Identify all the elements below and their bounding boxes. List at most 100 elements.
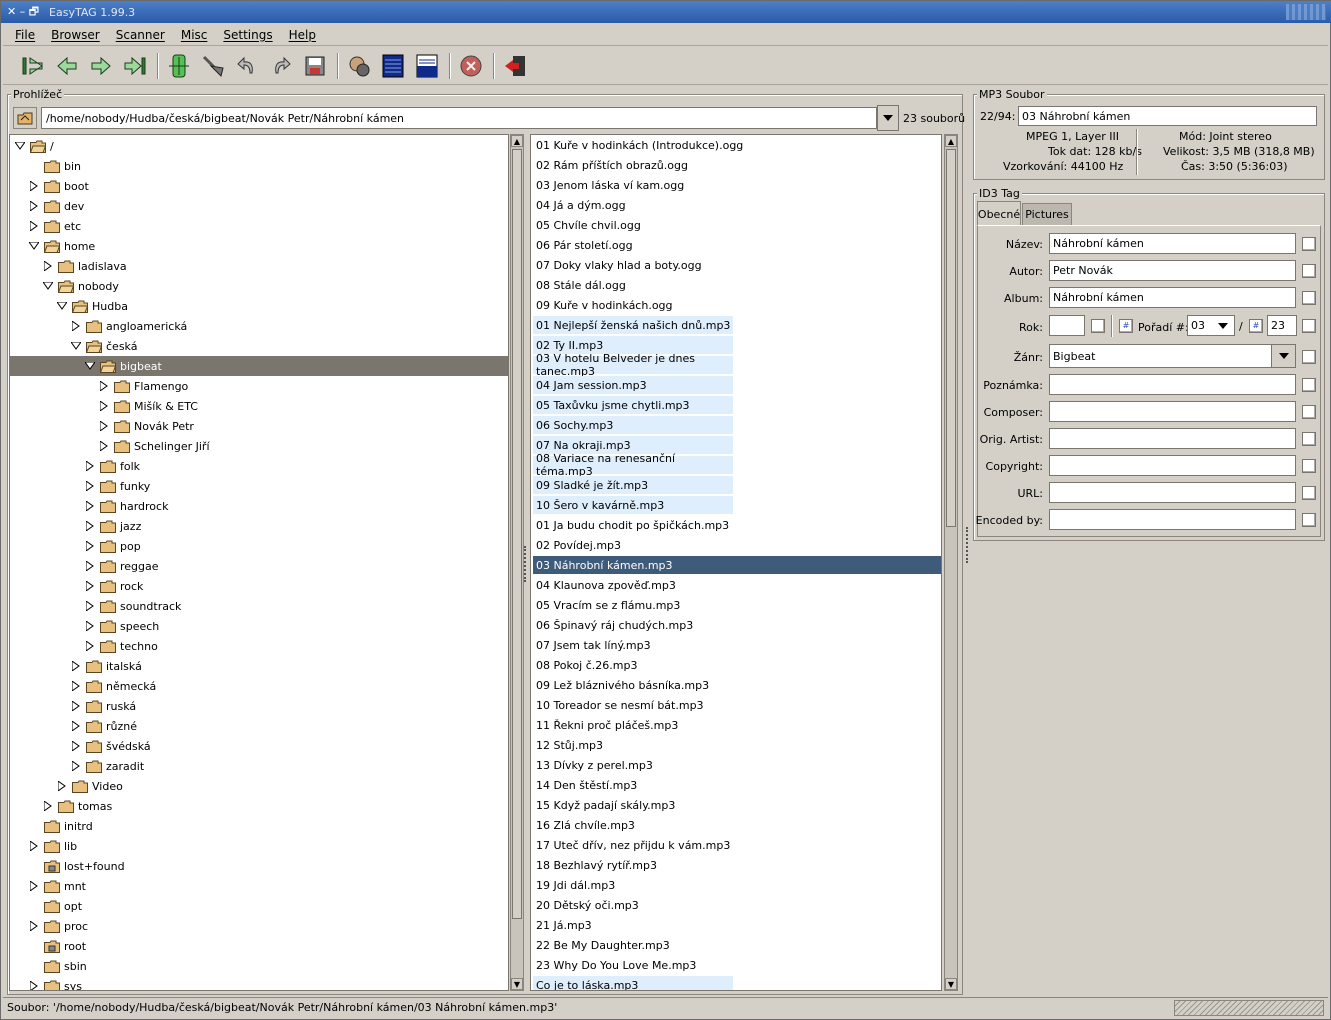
path-dropdown-button[interactable] (877, 105, 899, 131)
tree-item-pop[interactable]: pop (10, 536, 508, 556)
expander-closed-icon[interactable] (42, 800, 54, 812)
expander-closed-icon[interactable] (84, 500, 96, 512)
expander-closed-icon[interactable] (70, 700, 82, 712)
artist-input[interactable]: Petr Novák (1049, 260, 1296, 281)
tree-item-nobody[interactable]: nobody (10, 276, 508, 296)
tree-item-flamengo[interactable]: Flamengo (10, 376, 508, 396)
file-list-item[interactable]: 04 Jam session.mp3 (533, 376, 733, 394)
expander-open-icon[interactable] (28, 240, 40, 252)
file-list-item[interactable]: 03 V hotelu Belveder je dnes tanec.mp3 (533, 352, 733, 378)
expander-closed-icon[interactable] (84, 620, 96, 632)
apply-composer-button[interactable] (1302, 405, 1316, 419)
pane-splitter-right[interactable] (966, 527, 970, 563)
expander-closed-icon[interactable] (84, 520, 96, 532)
tree-item-lost-found[interactable]: lost+found (10, 856, 508, 876)
tree-item-home[interactable]: home (10, 236, 508, 256)
encoded-by-input[interactable] (1049, 509, 1296, 530)
file-list-item[interactable]: 01 Kuře v hodinkách (Introdukce).ogg (533, 136, 743, 154)
scroll-thumb[interactable] (512, 149, 522, 919)
expander-closed-icon[interactable] (84, 480, 96, 492)
tree-item-opt[interactable]: opt (10, 896, 508, 916)
tree-item-folk[interactable]: folk (10, 456, 508, 476)
tree-item--v-dsk-[interactable]: švédská (10, 736, 508, 756)
expander-closed-icon[interactable] (28, 220, 40, 232)
file-list[interactable]: 01 Kuře v hodinkách (Introdukce).ogg 02 R… (530, 134, 942, 991)
first-file-button[interactable] (17, 50, 49, 82)
expander-closed-icon[interactable] (98, 400, 110, 412)
tree-item-soundtrack[interactable]: soundtrack (10, 596, 508, 616)
filename-input[interactable]: 03 Náhrobní kámen (1018, 106, 1317, 126)
expander-closed-icon[interactable] (70, 660, 82, 672)
genre-select[interactable]: Bigbeat (1049, 344, 1296, 368)
copyright-input[interactable] (1049, 455, 1296, 476)
apply-genre-button[interactable] (1302, 350, 1316, 364)
expander-closed-icon[interactable] (70, 320, 82, 332)
tree-item-nov-k-petr[interactable]: Novák Petr (10, 416, 508, 436)
file-list-item[interactable]: 08 Pokoj č.26.mp3 (533, 656, 637, 674)
menu-help[interactable]: Help (281, 28, 324, 42)
file-list-item[interactable]: 06 Pár století.ogg (533, 236, 633, 254)
file-list-item[interactable]: 16 Zlá chvíle.mp3 (533, 816, 635, 834)
tree-item-r-zn-[interactable]: různé (10, 716, 508, 736)
expander-closed-icon[interactable] (42, 260, 54, 272)
file-list-item[interactable]: 11 Řekni proč pláčeš.mp3 (533, 716, 678, 734)
save-button[interactable] (299, 50, 331, 82)
menu-file[interactable]: File (7, 28, 43, 42)
scroll-up-icon[interactable]: ▲ (511, 135, 523, 147)
tab-general[interactable]: Obecné (977, 201, 1021, 226)
apply-artist-button[interactable] (1302, 264, 1316, 278)
file-list-item[interactable]: 09 Sladké je žít.mp3 (533, 476, 733, 494)
apply-comment-button[interactable] (1302, 378, 1316, 392)
browse-directory-small-button[interactable] (13, 107, 37, 129)
url-input[interactable] (1049, 482, 1296, 503)
apply-track-button[interactable] (1302, 319, 1316, 333)
pane-splitter[interactable] (524, 546, 528, 582)
file-list-item[interactable]: 07 Jsem tak líný.mp3 (533, 636, 651, 654)
tree-item-n-meck-[interactable]: německá (10, 676, 508, 696)
expander-open-icon[interactable] (56, 300, 68, 312)
expander-closed-icon[interactable] (70, 680, 82, 692)
expander-closed-icon[interactable] (98, 420, 110, 432)
orig-artist-input[interactable] (1049, 428, 1296, 449)
expander-closed-icon[interactable] (28, 920, 40, 932)
tree-item-funky[interactable]: funky (10, 476, 508, 496)
expander-open-icon[interactable] (14, 140, 26, 152)
file-list-item[interactable]: 21 Já.mp3 (533, 916, 592, 934)
file-list-item[interactable]: 20 Dětský oči.mp3 (533, 896, 639, 914)
file-list-item[interactable]: 05 Chvíle chvil.ogg (533, 216, 641, 234)
composer-input[interactable] (1049, 401, 1296, 422)
tree-item-dev[interactable]: dev (10, 196, 508, 216)
tree-item-techno[interactable]: techno (10, 636, 508, 656)
tree-item-jazz[interactable]: jazz (10, 516, 508, 536)
menu-settings[interactable]: Settings (215, 28, 280, 42)
expander-closed-icon[interactable] (70, 720, 82, 732)
expander-closed-icon[interactable] (28, 200, 40, 212)
file-list-item[interactable]: 02 Povídej.mp3 (533, 536, 621, 554)
file-list-item[interactable]: 03 Náhrobní kámen.mp3 (533, 556, 941, 574)
next-file-button[interactable] (85, 50, 117, 82)
expander-closed-icon[interactable] (84, 540, 96, 552)
tree-item-speech[interactable]: speech (10, 616, 508, 636)
file-list-item[interactable]: 15 Když padají skály.mp3 (533, 796, 675, 814)
expander-closed-icon[interactable] (98, 440, 110, 452)
tree-item-hardrock[interactable]: hardrock (10, 496, 508, 516)
window-controls[interactable]: ✕ – 🗗 (7, 3, 39, 22)
scan-button[interactable] (163, 50, 195, 82)
file-list-item[interactable]: 06 Sochy.mp3 (533, 416, 733, 434)
file-list-item[interactable]: 05 Taxůvku jsme chytli.mp3 (533, 396, 733, 414)
tree-item-ladislava[interactable]: ladislava (10, 256, 508, 276)
file-list-item[interactable]: 13 Dívky z perel.mp3 (533, 756, 653, 774)
tree-item-sbin[interactable]: sbin (10, 956, 508, 976)
apply-year-button[interactable] (1091, 319, 1105, 333)
file-list-item[interactable]: 02 Rám příštích obrazů.ogg (533, 156, 688, 174)
tree-item-angloamerick-[interactable]: angloamerická (10, 316, 508, 336)
file-list-item[interactable]: 17 Uteč dřív, nez přijdu k vám.mp3 (533, 836, 730, 854)
file-list-item[interactable]: 08 Variace na renesanční téma.mp3 (533, 452, 733, 478)
tree-item-bigbeat[interactable]: bigbeat (10, 356, 508, 376)
genre-dropdown-button[interactable] (1271, 345, 1295, 367)
apply-copyright-button[interactable] (1302, 459, 1316, 473)
file-list-item[interactable]: 07 Doky vlaky hlad a boty.ogg (533, 256, 702, 274)
tree-item-italsk-[interactable]: italská (10, 656, 508, 676)
expander-closed-icon[interactable] (28, 180, 40, 192)
apply-encoded-by-button[interactable] (1302, 513, 1316, 527)
